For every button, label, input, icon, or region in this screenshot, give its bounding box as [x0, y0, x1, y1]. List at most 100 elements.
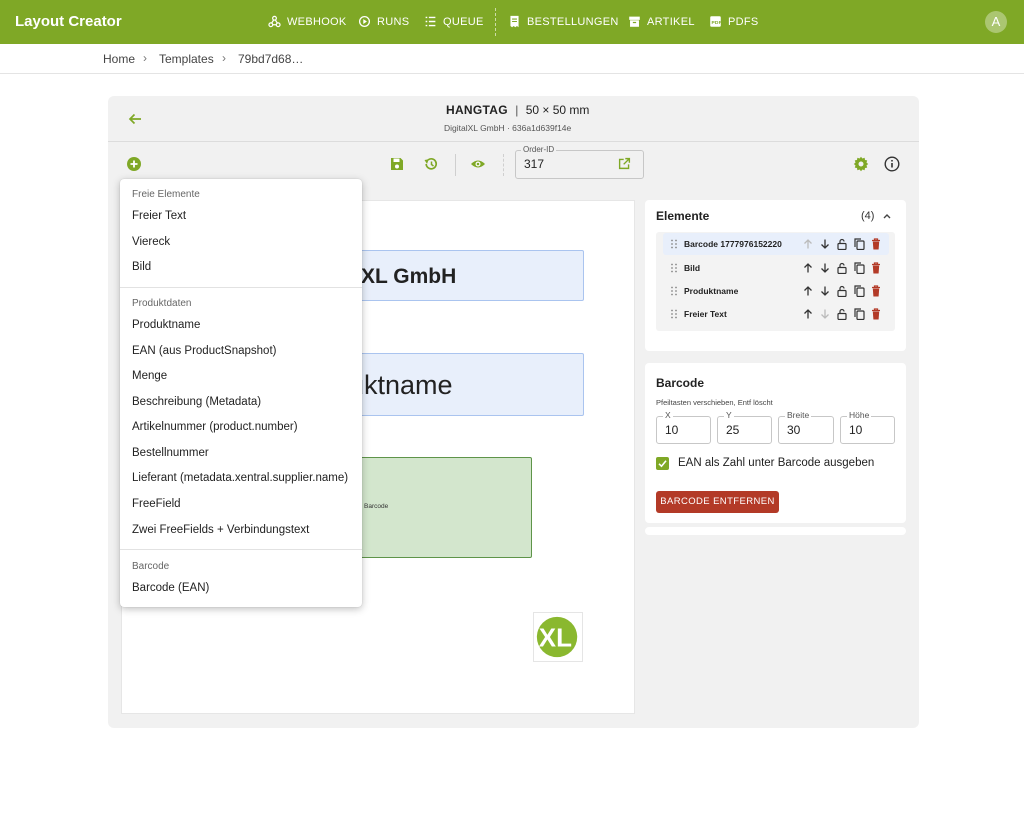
menu-item-bild[interactable]: Bild [132, 261, 151, 273]
element-row-produktname[interactable]: Produktname [663, 280, 889, 302]
delete-icon[interactable] [870, 238, 882, 250]
height-field-label: Höhe [847, 410, 872, 420]
delete-icon[interactable] [870, 262, 882, 274]
xl-logo: XL [536, 616, 578, 658]
breadcrumb-current: 79bd7d68… [238, 52, 304, 66]
open-external-icon[interactable] [618, 157, 631, 170]
breadcrumb-home[interactable]: Home [103, 52, 135, 66]
menu-item-bestellnummer[interactable]: Bestellnummer [132, 447, 209, 459]
menu-item-ean[interactable]: EAN (aus ProductSnapshot) [132, 345, 276, 357]
element-row-label: Barcode 1777976152220 [684, 239, 782, 249]
menu-header-barcode: Barcode [132, 561, 170, 572]
delete-icon[interactable] [870, 308, 882, 320]
lock-open-icon[interactable] [836, 285, 848, 297]
menu-item-beschreibung[interactable]: Beschreibung (Metadata) [132, 396, 261, 408]
nav-artikel[interactable]: ARTIKEL [628, 15, 695, 28]
queue-icon [425, 16, 436, 27]
drag-handle-icon[interactable] [670, 309, 678, 319]
menu-item-freefield[interactable]: FreeField [132, 498, 181, 510]
nav-queue[interactable]: QUEUE [424, 15, 484, 28]
drag-handle-icon[interactable] [670, 239, 678, 249]
toolbar-divider [503, 154, 504, 176]
duplicate-icon[interactable] [853, 308, 865, 320]
breadcrumb: Home › Templates › 79bd7d68… [0, 44, 1024, 74]
element-row-freier-text[interactable]: Freier Text [663, 303, 889, 325]
history-icon[interactable] [423, 156, 439, 172]
lock-open-icon[interactable] [836, 238, 848, 250]
y-field-value[interactable]: 25 [726, 423, 739, 437]
duplicate-icon[interactable] [853, 285, 865, 297]
properties-panel-footer [645, 527, 906, 535]
nav-divider [495, 8, 496, 36]
lock-open-icon[interactable] [836, 262, 848, 274]
company-text: XL GmbH [361, 265, 457, 288]
height-field-value[interactable]: 10 [849, 423, 862, 437]
avatar[interactable]: A [985, 11, 1007, 33]
order-id-label: Order-ID [521, 145, 557, 154]
move-up-icon[interactable] [802, 238, 814, 250]
move-down-icon[interactable] [819, 308, 831, 320]
elements-panel-title: Elemente [656, 209, 710, 223]
drag-handle-icon[interactable] [670, 263, 678, 273]
svg-text:PDF: PDF [711, 20, 721, 26]
move-down-icon[interactable] [819, 238, 831, 250]
menu-item-freier-text[interactable]: Freier Text [132, 210, 186, 222]
nav-bestellungen-label: BESTELLUNGEN [527, 15, 619, 28]
order-id-value[interactable]: 317 [524, 157, 544, 171]
save-icon[interactable] [389, 156, 405, 172]
breadcrumb-templates[interactable]: Templates [159, 52, 214, 66]
properties-panel-title: Barcode [656, 376, 705, 390]
chevron-up-icon[interactable] [882, 211, 892, 221]
element-row-label: Freier Text [684, 309, 727, 319]
x-field-value[interactable]: 10 [665, 423, 678, 437]
back-arrow-icon[interactable] [127, 111, 143, 127]
add-element-icon[interactable] [126, 156, 142, 172]
product-name-text: uktname [349, 370, 453, 400]
menu-item-artikelnummer[interactable]: Artikelnummer (product.number) [132, 421, 298, 433]
app-title[interactable]: Layout Creator [15, 13, 122, 30]
info-icon[interactable] [884, 156, 900, 172]
menu-item-zwei-freefields[interactable]: Zwei FreeFields + Verbindungstext [132, 524, 309, 536]
title-separator: | [515, 103, 519, 117]
nav-queue-label: QUEUE [443, 15, 484, 28]
nav-runs-label: RUNS [377, 15, 410, 28]
menu-item-menge[interactable]: Menge [132, 370, 167, 382]
menu-item-produktname[interactable]: Produktname [132, 319, 200, 331]
nav-webhook[interactable]: WEBHOOK [268, 15, 347, 28]
element-row-barcode[interactable]: Barcode 1777976152220 [663, 233, 889, 255]
document-size: 50 × 50 mm [525, 103, 590, 117]
move-up-icon[interactable] [802, 285, 814, 297]
menu-item-barcode-ean[interactable]: Barcode (EAN) [132, 582, 209, 594]
chevron-right-icon: › [222, 51, 226, 65]
nav-bestellungen[interactable]: BESTELLUNGEN [508, 15, 619, 28]
preview-eye-icon[interactable] [470, 156, 486, 172]
remove-barcode-button[interactable]: BARCODE ENTFERNEN [656, 491, 779, 513]
move-up-icon[interactable] [802, 262, 814, 274]
menu-divider [120, 287, 362, 288]
move-down-icon[interactable] [819, 262, 831, 274]
runs-icon [358, 15, 371, 28]
logo-image-element[interactable]: XL [533, 612, 583, 662]
element-row-label: Produktname [684, 286, 739, 296]
ean-checkbox[interactable] [656, 457, 669, 470]
menu-item-lieferant[interactable]: Lieferant (metadata.xentral.supplier.nam… [132, 472, 348, 484]
header-divider [108, 141, 919, 142]
width-field-value[interactable]: 30 [787, 423, 800, 437]
move-down-icon[interactable] [819, 285, 831, 297]
nav-runs[interactable]: RUNS [358, 15, 409, 28]
duplicate-icon[interactable] [853, 238, 865, 250]
pdf-icon: PDF [710, 16, 722, 27]
ean-checkbox-label[interactable]: EAN als Zahl unter Barcode ausgeben [678, 457, 874, 469]
toolbar-divider [455, 154, 456, 176]
element-row-bild[interactable]: Bild [663, 257, 889, 279]
drag-handle-icon[interactable] [670, 286, 678, 296]
menu-item-viereck[interactable]: Viereck [132, 236, 170, 248]
nav-pdfs[interactable]: PDF PDFS [709, 15, 759, 28]
top-app-bar: Layout Creator WEBHOOK RUNS QUEUE BESTEL… [0, 0, 1024, 44]
duplicate-icon[interactable] [853, 262, 865, 274]
move-up-icon[interactable] [802, 308, 814, 320]
settings-gear-icon[interactable] [853, 156, 869, 172]
delete-icon[interactable] [870, 285, 882, 297]
lock-open-icon[interactable] [836, 308, 848, 320]
y-field-label: Y [724, 410, 734, 420]
